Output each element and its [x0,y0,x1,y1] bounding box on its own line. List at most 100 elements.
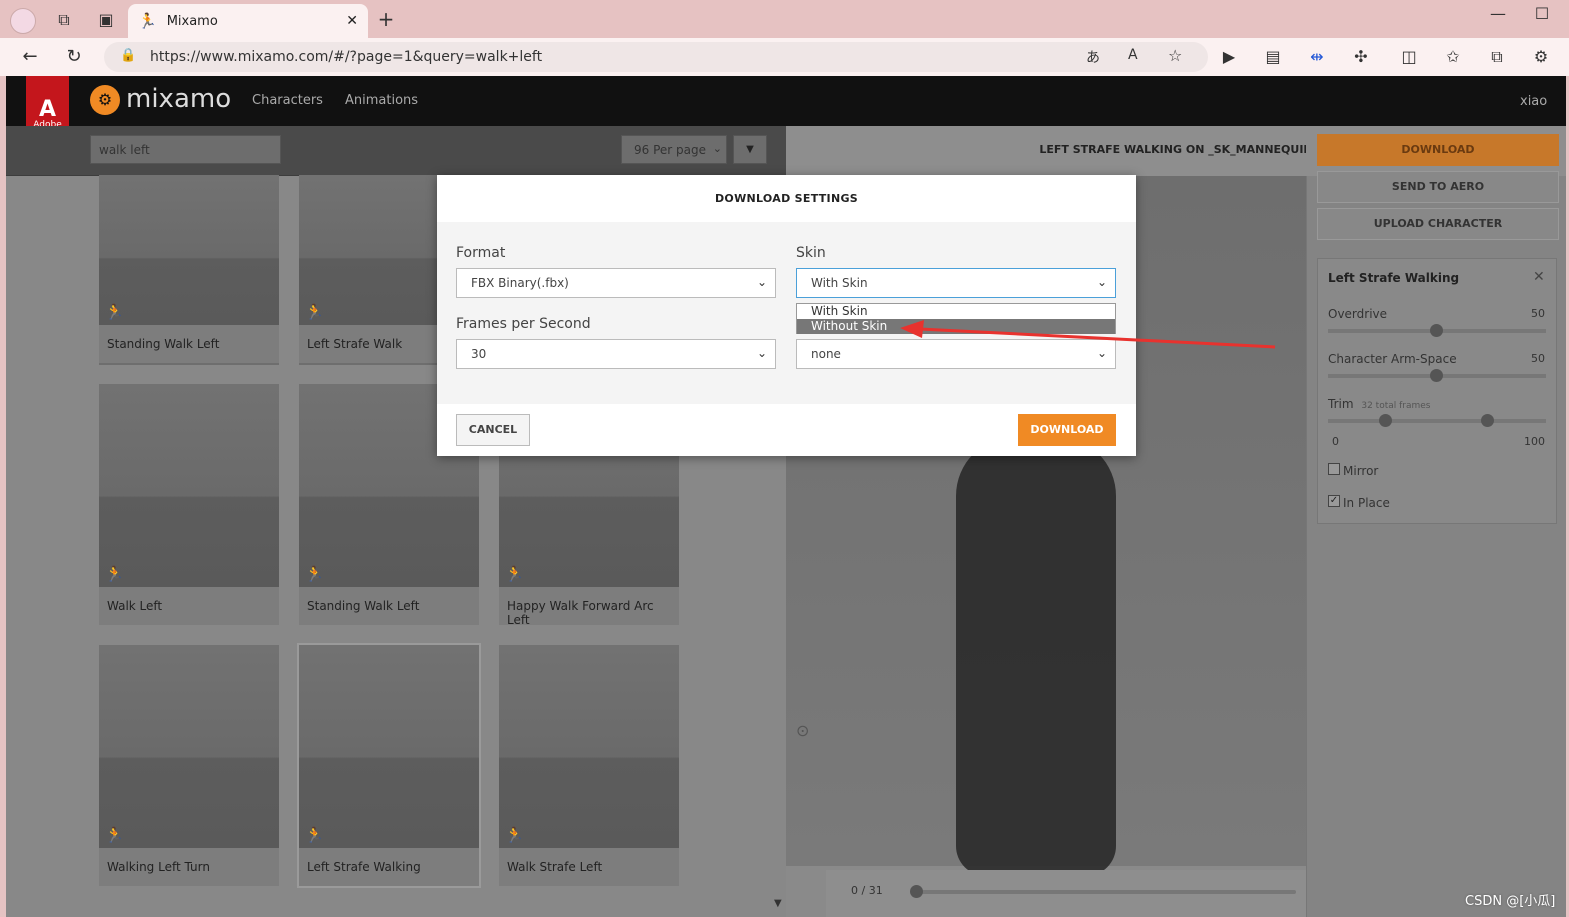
timeline-handle[interactable] [910,885,923,898]
read-aloud-icon[interactable]: A [1128,47,1138,63]
card-label: Standing Walk Left [299,587,479,625]
running-man-icon: 🏃 [305,565,324,583]
running-man-icon: 🏃 [305,303,324,321]
modal-footer: CANCEL DOWNLOAD [437,404,1136,456]
trim-end-handle[interactable] [1481,414,1494,427]
card-thumbnail: 🏃 [499,645,679,848]
profile-avatar[interactable] [10,8,36,34]
list-scroll-down-icon[interactable]: ▼ [774,898,782,909]
modal-download-button[interactable]: DOWNLOAD [1018,414,1116,446]
skin-value: With Skin [811,276,868,290]
favorites-icon[interactable]: ✩ [1443,47,1463,67]
trim-max: 100 [1524,435,1545,448]
maximize-icon[interactable]: ☐ [1532,4,1552,24]
settings-icon[interactable]: ⚙ [1531,47,1551,67]
collections-icon[interactable]: ⧉ [54,10,74,30]
logo-text[interactable]: mixamo [126,84,231,114]
play-icon[interactable]: ▶ [1219,47,1239,67]
card-thumbnail: 🏃 [99,645,279,848]
card-label: Left Strafe Walking [299,848,479,886]
url-text: https://www.mixamo.com/#/?page=1&query=w… [150,49,543,65]
favorite-star-icon[interactable]: ☆ [1168,46,1182,65]
mirror-checkbox[interactable] [1328,463,1340,475]
minimize-icon[interactable]: — [1488,4,1508,24]
tab-title: Mixamo [166,13,218,29]
animation-card[interactable]: 🏃 Walk Left [99,384,279,625]
translate-icon[interactable]: あ [1086,47,1100,67]
sort-dropdown-button[interactable]: ▼ [733,135,767,164]
card-thumbnail: 🏃 [299,645,479,848]
search-input[interactable]: walk left [90,135,281,164]
nav-animations[interactable]: Animations [345,93,418,108]
in-place-label: In Place [1343,496,1390,510]
settings-card: Left Strafe Walking ✕ Overdrive 50 Chara… [1317,258,1557,524]
format-label: Format [456,245,506,261]
running-man-icon: 🏃 [305,826,324,844]
card-label: Happy Walk Forward Arc Left [499,587,679,627]
refresh-icon[interactable]: ↻ [64,47,84,67]
format-select[interactable]: FBX Binary(.fbx) ⌄ [456,268,776,298]
card-label: Walk Left [99,587,279,625]
chevron-down-icon: ⌄ [712,142,722,155]
overdrive-handle[interactable] [1430,324,1443,337]
browser-tab[interactable]: 🏃 Mixamo ✕ [128,4,368,38]
upload-character-button[interactable]: UPLOAD CHARACTER [1317,208,1559,240]
puzzle-icon[interactable]: ✣ [1351,47,1371,67]
fps-value: 30 [471,347,487,361]
cancel-button[interactable]: CANCEL [456,414,530,446]
lock-icon: 🔒 [120,48,137,63]
app-logo-icon[interactable]: ⚙ [90,85,120,115]
running-man-icon: 🏃 [105,303,124,321]
in-place-checkbox[interactable]: ✓ [1328,495,1340,507]
adobe-a-icon: A [38,97,57,122]
send-to-aero-button[interactable]: SEND TO AERO [1317,171,1559,203]
timeline-track[interactable] [912,890,1296,894]
per-page-select[interactable]: 96 Per page ⌄ [621,135,727,164]
running-man-icon: 🏃 [505,826,524,844]
card-label: Walk Strafe Left [499,848,679,886]
trim-label: Trim 32 total frames [1328,397,1431,411]
close-icon[interactable]: ✕ [1533,269,1545,285]
address-toolbar: ← ↻ 🔒 https://www.mixamo.com/#/?page=1&q… [0,38,1569,76]
keyframe-value: none [811,347,841,361]
running-man-icon: 🏃 [105,826,124,844]
tab-actions-icon[interactable]: ▣ [96,10,116,30]
running-man-icon: 🏃 [105,565,124,583]
download-button[interactable]: DOWNLOAD [1317,134,1559,166]
close-tab-icon[interactable]: ✕ [346,13,358,29]
fps-select[interactable]: 30 ⌄ [456,339,776,369]
card-label: Walking Left Turn [99,848,279,886]
media-icon[interactable]: ⇹ [1307,47,1327,67]
card-thumbnail: 🏃 [99,175,279,325]
animation-card[interactable]: 🏃 Walking Left Turn [99,645,279,886]
collections-toolbar-icon[interactable]: ⧉ [1487,47,1507,67]
card-label: Standing Walk Left [99,325,279,363]
camera-reset-icon[interactable]: ⊙ [796,721,809,740]
fps-label: Frames per Second [456,316,591,332]
url-bar[interactable]: 🔒 https://www.mixamo.com/#/?page=1&query… [104,42,1208,72]
mirror-label: Mirror [1343,464,1379,478]
card-thumbnail: 🏃 [99,384,279,587]
trim-slider[interactable] [1328,419,1546,423]
animation-card-selected[interactable]: 🏃 Left Strafe Walking [297,643,481,888]
nav-characters[interactable]: Characters [252,93,323,108]
app-header: ⚙ mixamo Characters Animations xiao [6,76,1566,126]
user-name[interactable]: xiao [1520,94,1547,109]
extension-icon[interactable]: ▤ [1263,47,1283,67]
animation-card[interactable]: 🏃 Standing Walk Left [99,175,279,365]
skin-label: Skin [796,245,826,261]
new-tab-icon[interactable]: + [376,9,396,29]
overdrive-label: Overdrive [1328,307,1388,321]
skin-select[interactable]: With Skin ⌄ [796,268,1116,298]
overdrive-value: 50 [1531,307,1545,320]
trim-start-handle[interactable] [1379,414,1392,427]
modal-title: DOWNLOAD SETTINGS [437,175,1136,222]
split-screen-icon[interactable]: ◫ [1399,47,1419,67]
back-icon[interactable]: ← [20,47,40,67]
arm-space-label: Character Arm-Space [1328,352,1457,366]
mannequin-figure [956,436,1116,876]
arm-space-handle[interactable] [1430,369,1443,382]
animation-card[interactable]: 🏃 Walk Strafe Left [499,645,679,886]
mixamo-favicon-icon: 🏃 [138,12,157,30]
frame-counter: 0 / 31 [851,884,883,897]
